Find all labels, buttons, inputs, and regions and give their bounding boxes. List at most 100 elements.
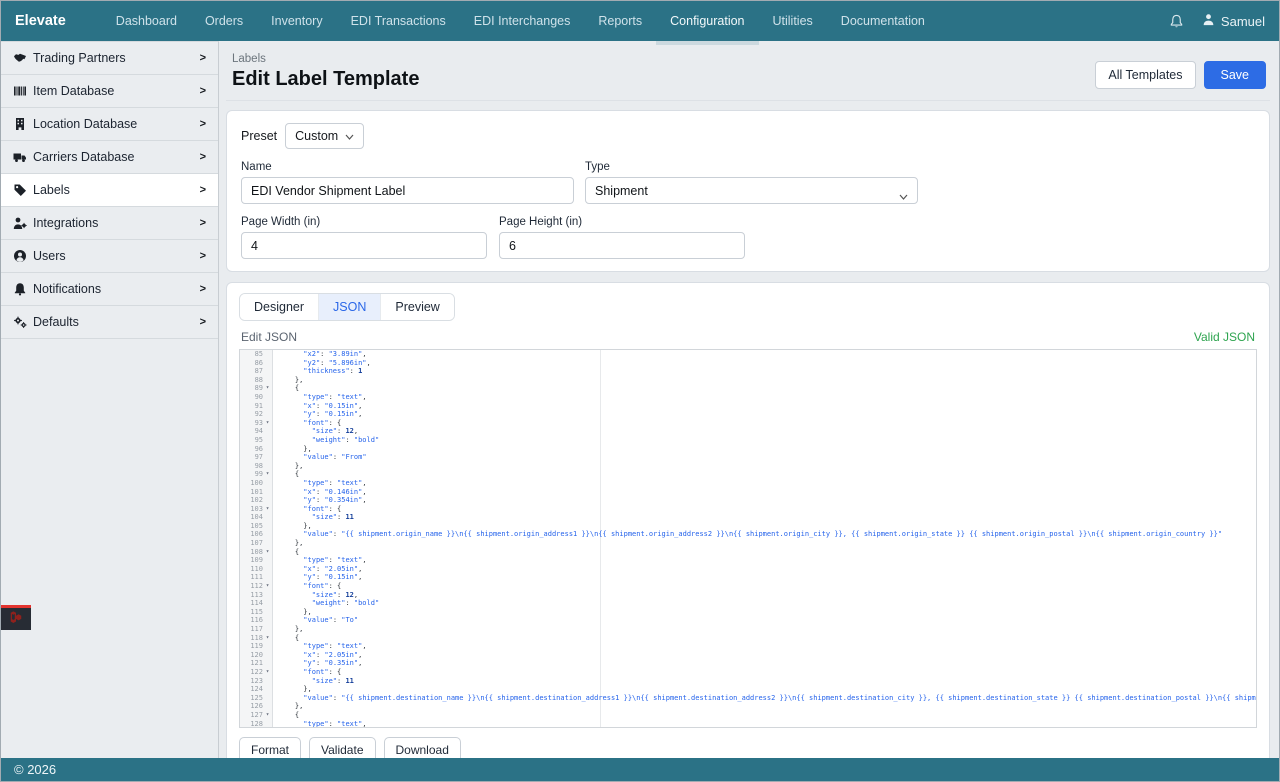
code-line-128[interactable]: 128 "type": "text", (240, 720, 1256, 728)
line-number[interactable]: 112▾ (240, 582, 273, 591)
nav-item-documentation[interactable]: Documentation (827, 1, 939, 41)
code-line-85[interactable]: 85 "x2": "3.89in", (240, 350, 1256, 359)
code-line-100[interactable]: 100 "type": "text", (240, 479, 1256, 488)
line-number[interactable]: 117 (240, 625, 273, 634)
nav-item-dashboard[interactable]: Dashboard (102, 1, 191, 41)
code-line-98[interactable]: 98 }, (240, 462, 1256, 471)
code-line-126[interactable]: 126 }, (240, 702, 1256, 711)
code-line-120[interactable]: 120 "x": "2.05in", (240, 651, 1256, 660)
nav-item-reports[interactable]: Reports (584, 1, 656, 41)
code-line-87[interactable]: 87 "thickness": 1 (240, 367, 1256, 376)
json-code-editor[interactable]: 85 "x2": "3.89in",86 "y2": "5.896in",87 … (239, 349, 1257, 728)
line-number[interactable]: 91 (240, 402, 273, 411)
line-number[interactable]: 116 (240, 616, 273, 625)
code-line-86[interactable]: 86 "y2": "5.896in", (240, 359, 1256, 368)
line-number[interactable]: 109 (240, 556, 273, 565)
line-number[interactable]: 99▾ (240, 470, 273, 479)
code-line-91[interactable]: 91 "x": "0.15in", (240, 402, 1256, 411)
validate-button[interactable]: Validate (309, 737, 375, 758)
line-number[interactable]: 115 (240, 608, 273, 617)
code-line-111[interactable]: 111 "y": "0.15in", (240, 573, 1256, 582)
all-templates-button[interactable]: All Templates (1095, 61, 1195, 89)
code-line-108[interactable]: 108▾ { (240, 548, 1256, 557)
code-line-94[interactable]: 94 "size": 12, (240, 427, 1256, 436)
line-number[interactable]: 125 (240, 694, 273, 703)
line-number[interactable]: 127▾ (240, 711, 273, 720)
line-number[interactable]: 106 (240, 530, 273, 539)
code-line-116[interactable]: 116 "value": "To" (240, 616, 1256, 625)
sidebar-item-item-database[interactable]: Item Database> (1, 75, 218, 108)
sidebar-item-trading-partners[interactable]: Trading Partners> (1, 42, 218, 75)
name-field[interactable] (241, 177, 574, 204)
sidebar-item-integrations[interactable]: Integrations> (1, 207, 218, 240)
nav-item-edi-transactions[interactable]: EDI Transactions (337, 1, 460, 41)
sidebar-item-carriers-database[interactable]: Carriers Database> (1, 141, 218, 174)
tab-json[interactable]: JSON (318, 294, 380, 320)
line-number[interactable]: 122▾ (240, 668, 273, 677)
user-menu[interactable]: Samuel (1202, 13, 1265, 29)
line-number[interactable]: 96 (240, 445, 273, 454)
line-number[interactable]: 104 (240, 513, 273, 522)
line-number[interactable]: 118▾ (240, 634, 273, 643)
code-line-113[interactable]: 113 "size": 12, (240, 591, 1256, 600)
code-line-121[interactable]: 121 "y": "0.35in", (240, 659, 1256, 668)
line-number[interactable]: 124 (240, 685, 273, 694)
code-line-127[interactable]: 127▾ { (240, 711, 1256, 720)
code-line-93[interactable]: 93▾ "font": { (240, 419, 1256, 428)
line-number[interactable]: 123 (240, 677, 273, 686)
nav-item-orders[interactable]: Orders (191, 1, 257, 41)
line-number[interactable]: 97 (240, 453, 273, 462)
code-line-114[interactable]: 114 "weight": "bold" (240, 599, 1256, 608)
line-number[interactable]: 88 (240, 376, 273, 385)
line-number[interactable]: 103▾ (240, 505, 273, 514)
sidebar-item-defaults[interactable]: Defaults> (1, 306, 218, 339)
code-line-92[interactable]: 92 "y": "0.15in", (240, 410, 1256, 419)
line-number[interactable]: 101 (240, 488, 273, 497)
tab-designer[interactable]: Designer (240, 294, 318, 320)
sidebar-item-location-database[interactable]: Location Database> (1, 108, 218, 141)
sidebar-item-notifications[interactable]: Notifications> (1, 273, 218, 306)
code-line-117[interactable]: 117 }, (240, 625, 1256, 634)
line-number[interactable]: 105 (240, 522, 273, 531)
line-number[interactable]: 111 (240, 573, 273, 582)
code-line-110[interactable]: 110 "x": "2.05in", (240, 565, 1256, 574)
line-number[interactable]: 92 (240, 410, 273, 419)
notifications-bell-icon[interactable] (1169, 14, 1184, 29)
page-height-field[interactable] (499, 232, 745, 259)
preset-select[interactable]: Custom (285, 123, 364, 149)
code-line-119[interactable]: 119 "type": "text", (240, 642, 1256, 651)
sidebar-item-users[interactable]: Users> (1, 240, 218, 273)
line-number[interactable]: 108▾ (240, 548, 273, 557)
line-number[interactable]: 128 (240, 720, 273, 728)
line-number[interactable]: 87 (240, 367, 273, 376)
line-number[interactable]: 94 (240, 427, 273, 436)
save-button[interactable]: Save (1204, 61, 1267, 89)
code-line-106[interactable]: 106 "value": "{{ shipment.origin_name }}… (240, 530, 1256, 539)
code-line-115[interactable]: 115 }, (240, 608, 1256, 617)
line-number[interactable]: 90 (240, 393, 273, 402)
code-line-95[interactable]: 95 "weight": "bold" (240, 436, 1256, 445)
code-line-102[interactable]: 102 "y": "0.354in", (240, 496, 1256, 505)
nav-item-utilities[interactable]: Utilities (759, 1, 827, 41)
line-number[interactable]: 113 (240, 591, 273, 600)
code-line-97[interactable]: 97 "value": "From" (240, 453, 1256, 462)
line-number[interactable]: 89▾ (240, 384, 273, 393)
sidebar-item-labels[interactable]: Labels> (1, 174, 218, 207)
download-button[interactable]: Download (384, 737, 461, 758)
line-number[interactable]: 110 (240, 565, 273, 574)
code-line-103[interactable]: 103▾ "font": { (240, 505, 1256, 514)
line-number[interactable]: 114 (240, 599, 273, 608)
page-width-field[interactable] (241, 232, 487, 259)
nav-item-inventory[interactable]: Inventory (257, 1, 336, 41)
line-number[interactable]: 126 (240, 702, 273, 711)
breadcrumb[interactable]: Labels (232, 53, 419, 65)
code-line-122[interactable]: 122▾ "font": { (240, 668, 1256, 677)
tab-preview[interactable]: Preview (380, 294, 453, 320)
code-line-112[interactable]: 112▾ "font": { (240, 582, 1256, 591)
code-line-124[interactable]: 124 }, (240, 685, 1256, 694)
line-number[interactable]: 102 (240, 496, 273, 505)
line-number[interactable]: 93▾ (240, 419, 273, 428)
line-number[interactable]: 100 (240, 479, 273, 488)
line-number[interactable]: 98 (240, 462, 273, 471)
code-line-118[interactable]: 118▾ { (240, 634, 1256, 643)
